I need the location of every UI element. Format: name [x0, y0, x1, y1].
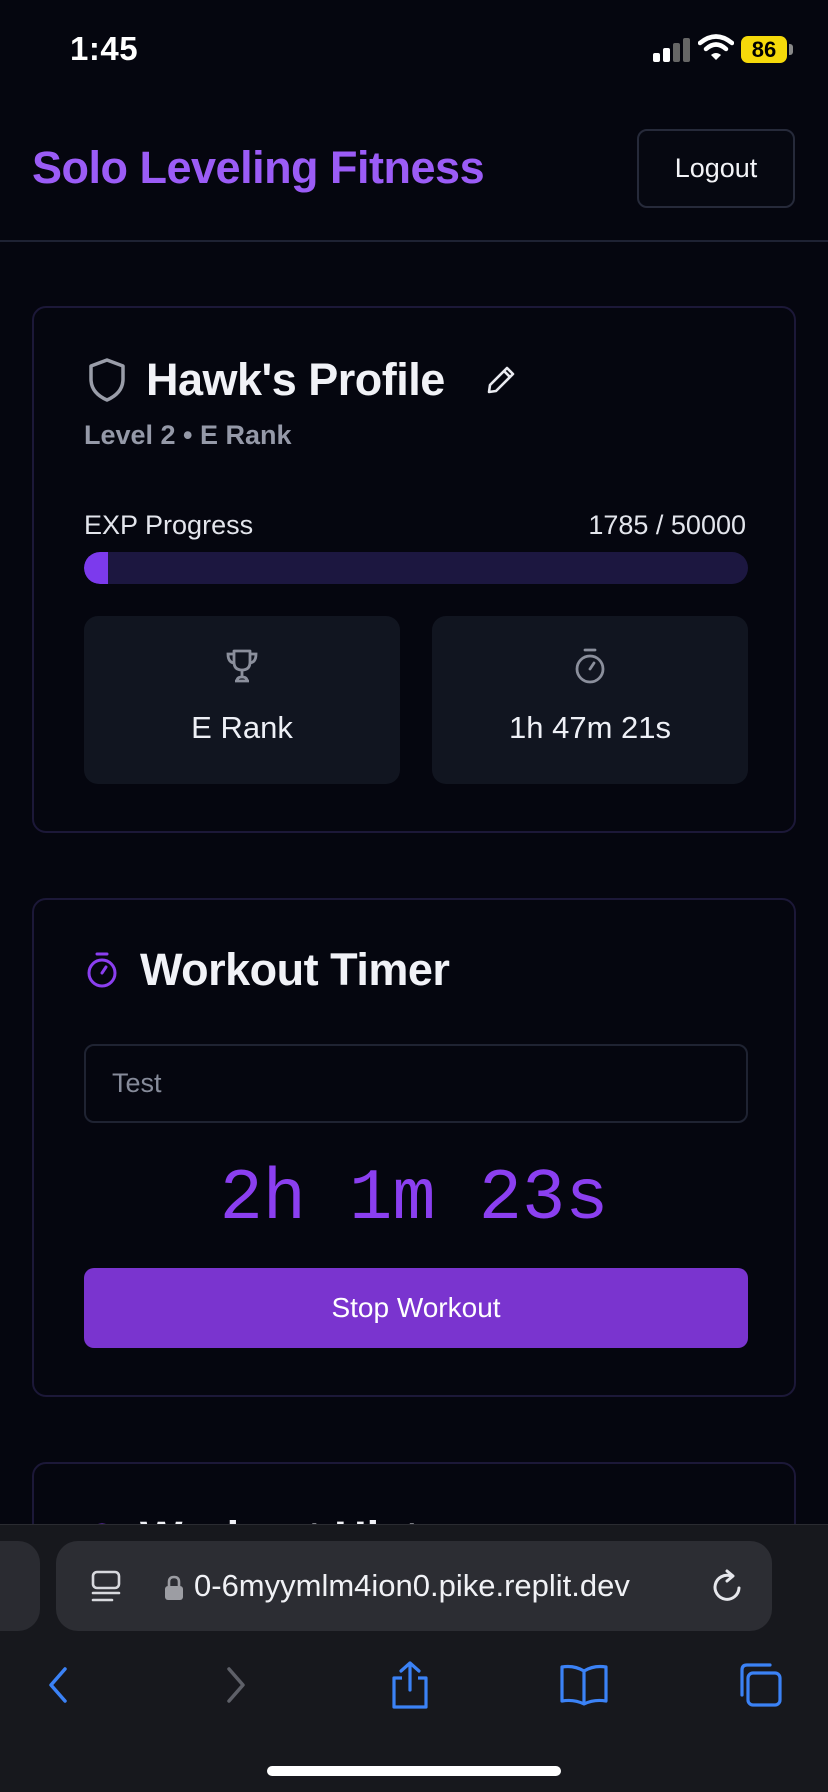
rank-value: E Rank	[191, 710, 293, 745]
back-icon[interactable]	[28, 1655, 88, 1715]
status-time: 1:45	[70, 30, 139, 67]
browser-nav-row	[0, 1655, 828, 1725]
share-icon[interactable]	[380, 1655, 440, 1715]
rank-stat-box: E Rank	[84, 616, 400, 784]
total-time-value: 1h 47m 21s	[509, 710, 671, 745]
exp-progress-fill	[84, 552, 108, 584]
reload-icon[interactable]	[710, 1567, 746, 1605]
profile-header: Hawk's Profile	[86, 354, 517, 406]
battery-cap	[789, 44, 793, 55]
workout-name-input[interactable]	[84, 1044, 748, 1123]
timer-title: Workout Timer	[140, 944, 450, 995]
app-page: 1:45 86 Solo Leveling Fitness Logout Haw…	[0, 0, 828, 1792]
profile-card: Hawk's Profile Level 2 • E Rank EXP Prog…	[32, 306, 796, 833]
level-rank-text: Level 2 • E Rank	[84, 420, 292, 450]
lock-icon	[165, 1575, 183, 1600]
bookmarks-icon[interactable]	[554, 1655, 614, 1715]
cellular-signal-icon	[653, 38, 690, 62]
browser-toolbar: 0-6myymlm4ion0.pike.replit.dev	[0, 1524, 828, 1792]
stopwatch-icon	[575, 648, 605, 684]
shield-icon	[89, 358, 125, 402]
pencil-icon[interactable]	[485, 364, 517, 396]
reader-icon[interactable]	[90, 1569, 122, 1603]
battery-indicator: 86	[741, 36, 787, 63]
exp-label: EXP Progress	[84, 510, 254, 540]
tabs-icon[interactable]	[730, 1655, 790, 1715]
app-title: Solo Leveling Fitness	[32, 142, 485, 193]
profile-name: Hawk's Profile	[146, 354, 445, 405]
timer-header: Workout Timer	[84, 944, 450, 996]
exp-value: 1785 / 50000	[588, 510, 746, 540]
workout-timer-card: Workout Timer 2h 1m 23s Stop Workout	[32, 898, 796, 1397]
home-indicator[interactable]	[267, 1766, 561, 1776]
total-time-stat-box: 1h 47m 21s	[432, 616, 748, 784]
app-header: Solo Leveling Fitness Logout	[0, 100, 828, 242]
status-bar: 1:45 86	[0, 0, 828, 100]
logout-button[interactable]: Logout	[637, 129, 795, 208]
forward-icon[interactable]	[206, 1655, 266, 1715]
stopwatch-icon	[87, 952, 117, 988]
wifi-icon	[698, 34, 734, 60]
address-bar[interactable]: 0-6myymlm4ion0.pike.replit.dev	[56, 1541, 772, 1631]
url-text[interactable]: 0-6myymlm4ion0.pike.replit.dev	[194, 1568, 734, 1604]
stop-workout-button[interactable]: Stop Workout	[84, 1268, 748, 1348]
exp-progress-bar	[84, 552, 748, 584]
timer-display: 2h 1m 23s	[219, 1158, 609, 1240]
trophy-icon	[226, 649, 258, 683]
previous-tab-peek[interactable]	[0, 1541, 40, 1631]
